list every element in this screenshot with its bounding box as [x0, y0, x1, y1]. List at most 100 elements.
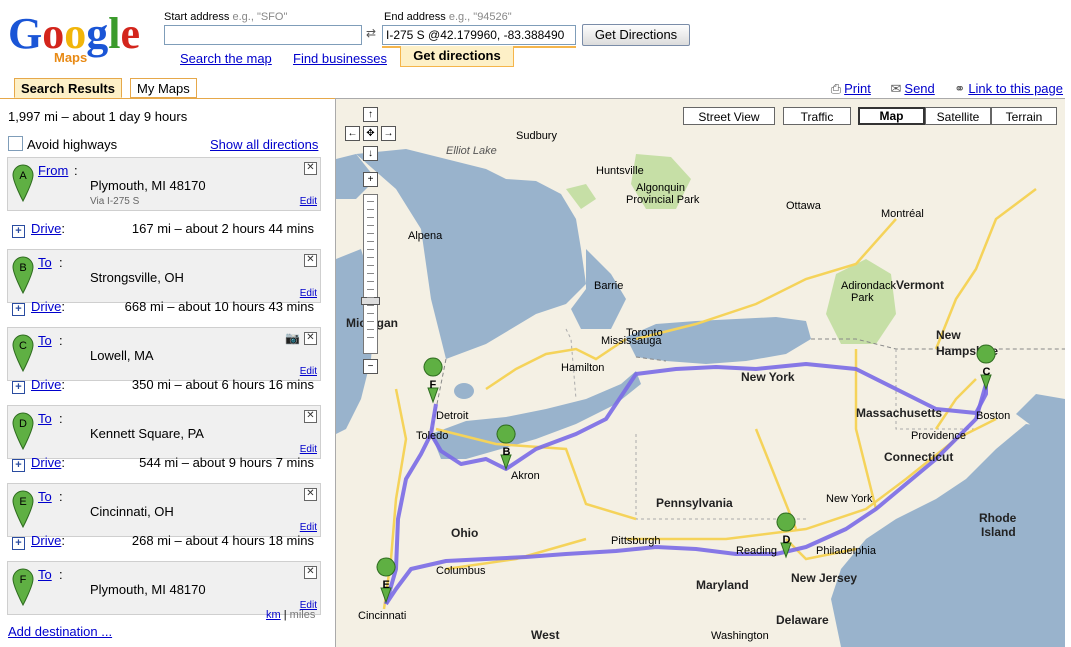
expand-icon[interactable]: +: [12, 381, 25, 394]
remove-stop-icon[interactable]: ✕: [304, 410, 317, 423]
drive-link[interactable]: Drive: [31, 533, 61, 548]
svg-text:Toronto: Toronto: [626, 327, 663, 339]
map-graphic[interactable]: Sudbury Huntsville Elliot Lake Alpena Ba…: [336, 99, 1065, 647]
remove-stop-icon[interactable]: ✕: [304, 162, 317, 175]
svg-text:Ohio: Ohio: [451, 526, 478, 540]
traffic-button[interactable]: Traffic: [783, 107, 851, 125]
stop-role-link[interactable]: To: [38, 489, 52, 504]
zoom-slider-handle[interactable]: [361, 297, 380, 305]
drive-link[interactable]: Drive: [31, 455, 61, 470]
svg-text:New York: New York: [741, 370, 795, 384]
zoom-tick: [367, 201, 374, 202]
expand-icon[interactable]: +: [12, 225, 25, 238]
zoom-tick: [367, 313, 374, 314]
panel-tabs: Search Results My Maps: [0, 76, 335, 99]
terrain-type-button[interactable]: Terrain: [991, 107, 1057, 125]
link-to-page-link[interactable]: Link to this page: [968, 81, 1063, 96]
link-icon: ⚭: [954, 81, 966, 96]
role-colon: :: [74, 163, 78, 178]
units-separator: |: [283, 609, 287, 621]
drive-colon: :: [61, 299, 65, 314]
remove-stop-icon[interactable]: ✕: [304, 566, 317, 579]
street-view-button[interactable]: Street View: [683, 107, 775, 125]
stop-place: Kennett Square, PA: [90, 426, 204, 441]
get-directions-tab[interactable]: Get directions: [400, 46, 514, 67]
edit-stop-link[interactable]: Edit: [300, 444, 317, 455]
stop-role-link[interactable]: To: [38, 255, 52, 270]
start-address-input[interactable]: [164, 25, 362, 45]
drive-distance: 544 mi – about 9 hours 7 mins: [139, 455, 314, 470]
stop-role-link[interactable]: From: [38, 163, 68, 178]
units-toggle: km | miles: [266, 609, 315, 621]
marker-d-icon: D: [12, 412, 34, 450]
svg-text:Connecticut: Connecticut: [884, 450, 953, 464]
show-all-directions-link[interactable]: Show all directions: [210, 137, 318, 152]
expand-icon[interactable]: +: [12, 303, 25, 316]
print-link[interactable]: Print: [844, 81, 871, 96]
stop-place: Cincinnati, OH: [90, 504, 174, 519]
print-icon: ⎙: [830, 81, 842, 96]
miles-label: miles: [289, 609, 316, 621]
drive-link[interactable]: Drive: [31, 299, 61, 314]
svg-text:C: C: [983, 366, 991, 378]
svg-text:Philadelphia: Philadelphia: [816, 545, 877, 557]
svg-text:A: A: [19, 170, 27, 182]
pan-up-button[interactable]: ↑: [363, 107, 378, 122]
add-destination-link[interactable]: Add destination ...: [8, 624, 112, 639]
remove-stop-icon[interactable]: ✕: [304, 332, 317, 345]
svg-text:Columbus: Columbus: [436, 565, 486, 577]
map-canvas[interactable]: Sudbury Huntsville Elliot Lake Alpena Ba…: [335, 98, 1065, 647]
stop-role-link[interactable]: To: [38, 333, 52, 348]
route-stop-d: D To: Kennett Square, PA ✕ Edit: [7, 405, 321, 459]
google-maps-logo[interactable]: Google Maps: [8, 6, 158, 66]
svg-text:New Jersey: New Jersey: [791, 571, 857, 585]
svg-text:Akron: Akron: [511, 470, 540, 482]
svg-text:West: West: [531, 628, 559, 642]
edit-stop-link[interactable]: Edit: [300, 196, 317, 207]
pan-left-button[interactable]: ←: [345, 126, 360, 141]
svg-text:B: B: [503, 446, 511, 458]
svg-text:D: D: [783, 534, 791, 546]
zoom-tick: [367, 329, 374, 330]
send-link[interactable]: Send: [904, 81, 934, 96]
satellite-type-button[interactable]: Satellite: [925, 107, 991, 125]
km-link[interactable]: km: [266, 609, 281, 621]
stop-role-link[interactable]: To: [38, 567, 52, 582]
zoom-in-button[interactable]: +: [363, 172, 378, 187]
drive-distance: 350 mi – about 6 hours 16 mins: [131, 377, 314, 392]
tab-my-maps[interactable]: My Maps: [130, 78, 197, 98]
zoom-out-button[interactable]: −: [363, 359, 378, 374]
svg-text:Detroit: Detroit: [436, 410, 468, 422]
svg-text:Sudbury: Sudbury: [516, 130, 557, 142]
get-directions-button[interactable]: Get Directions: [582, 24, 690, 46]
avoid-highways-option[interactable]: Avoid highways: [8, 136, 117, 152]
search-the-map-link[interactable]: Search the map: [180, 51, 272, 66]
pan-down-button[interactable]: ↓: [363, 146, 378, 161]
drive-link[interactable]: Drive: [31, 377, 61, 392]
find-businesses-link[interactable]: Find businesses: [293, 51, 387, 66]
swap-addresses-icon[interactable]: ⇄: [366, 26, 376, 40]
start-address-label: Start address e.g., "SFO": [164, 11, 288, 23]
expand-icon[interactable]: +: [12, 537, 25, 550]
pan-right-button[interactable]: →: [381, 126, 396, 141]
tab-search-results[interactable]: Search Results: [14, 78, 122, 98]
pan-center-button[interactable]: ✥: [363, 126, 378, 141]
svg-text:C: C: [19, 340, 27, 352]
edit-stop-link[interactable]: Edit: [300, 522, 317, 533]
remove-stop-icon[interactable]: ✕: [304, 488, 317, 501]
camera-icon[interactable]: 📷: [285, 331, 300, 345]
end-address-input[interactable]: I-275 S @42.179960, -83.388490: [382, 25, 576, 45]
avoid-highways-checkbox[interactable]: [8, 136, 23, 151]
remove-stop-icon[interactable]: ✕: [304, 254, 317, 267]
drive-segment: + Drive: 668 mi – about 10 hours 43 mins: [12, 299, 314, 319]
zoom-slider[interactable]: [361, 194, 380, 354]
drive-link[interactable]: Drive: [31, 221, 61, 236]
zoom-tick: [367, 337, 374, 338]
map-type-button[interactable]: Map: [858, 107, 925, 125]
expand-icon[interactable]: +: [12, 459, 25, 472]
stop-role-link[interactable]: To: [38, 411, 52, 426]
svg-text:Providence: Providence: [911, 430, 966, 442]
edit-stop-link[interactable]: Edit: [300, 288, 317, 299]
route-stop-f: F To: Plymouth, MI 48170 ✕ Edit: [7, 561, 321, 615]
edit-stop-link[interactable]: Edit: [300, 366, 317, 377]
